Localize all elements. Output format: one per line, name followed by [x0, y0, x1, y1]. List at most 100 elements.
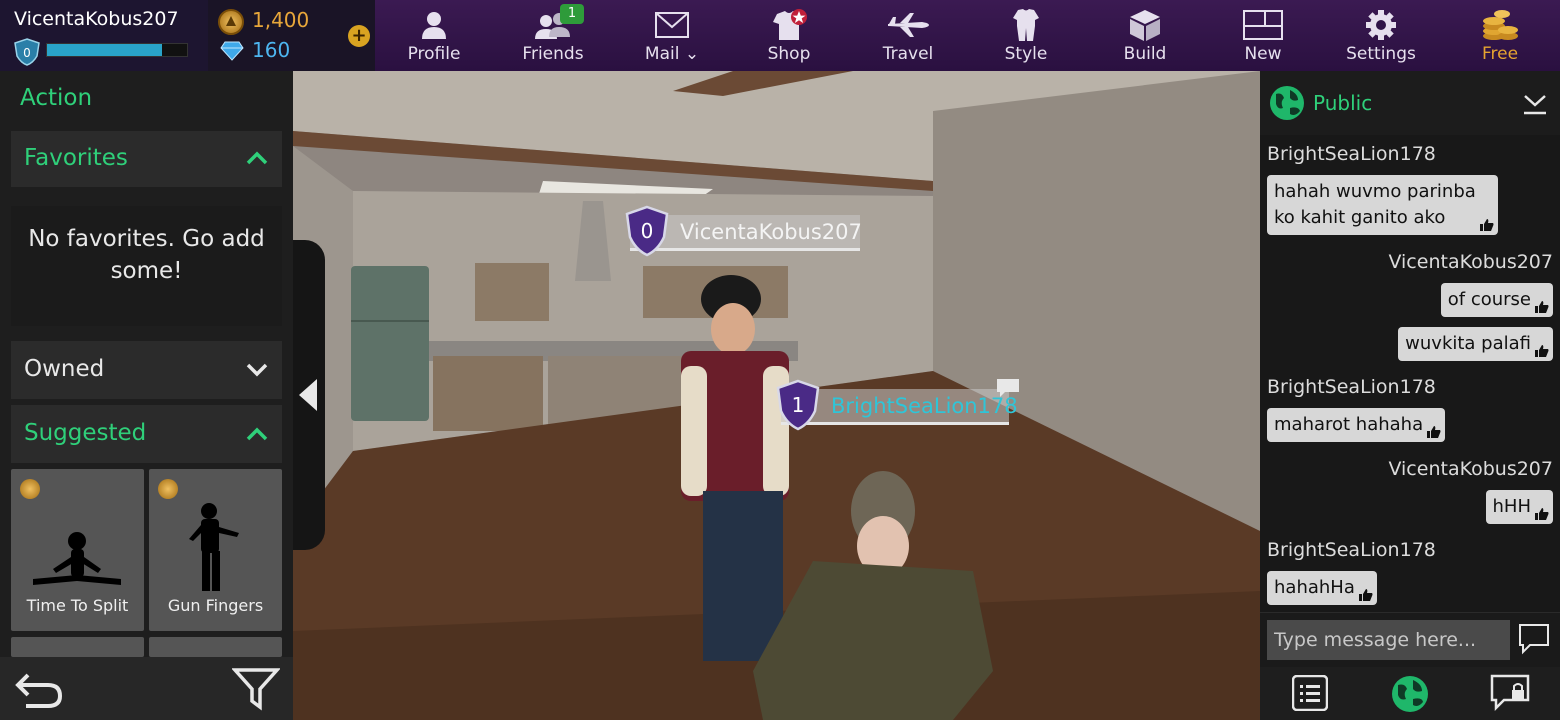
- nav-shop-label: Shop: [767, 44, 811, 64]
- collapse-arrow-icon: [299, 379, 317, 411]
- add-currency-button[interactable]: +: [348, 25, 370, 47]
- coin-icon: [218, 9, 244, 35]
- chat-bubble[interactable]: hahahHa: [1267, 571, 1377, 605]
- nav-shop[interactable]: Shop: [734, 0, 844, 71]
- favorites-title: Favorites: [24, 145, 128, 171]
- nav-style[interactable]: Style: [971, 0, 1081, 71]
- nav-new-label: New: [1244, 44, 1282, 64]
- level-shield-icon: 1: [776, 379, 820, 431]
- thumbs-up-icon: [1479, 219, 1494, 231]
- chevron-up-icon: [246, 151, 268, 165]
- chat-text-line: hahahHa: [1274, 577, 1355, 598]
- level-shield-icon: 0: [14, 38, 40, 66]
- nav-settings[interactable]: Settings: [1326, 0, 1436, 71]
- thumbs-up-icon: [1535, 508, 1549, 520]
- chat-bubble[interactable]: maharot hahaha: [1267, 408, 1446, 442]
- coin-balance: 1,400: [252, 8, 310, 32]
- chat-panel: Public BrightSeaLion178 hahah wuvmo pari…: [1260, 71, 1560, 720]
- chat-author[interactable]: VicentaKobus207: [1388, 251, 1553, 273]
- minimize-chat-icon[interactable]: [1522, 93, 1548, 115]
- airplane-icon: [888, 13, 929, 37]
- suggested-title: Suggested: [24, 420, 147, 446]
- thumbs-up-icon: [1535, 301, 1549, 313]
- chat-message-input[interactable]: [1267, 620, 1510, 660]
- game-scene[interactable]: 0 VicentaKobus207 1 BrightSeaLion178: [293, 71, 1260, 720]
- person-icon: [422, 12, 446, 39]
- nav-new[interactable]: New: [1208, 0, 1318, 71]
- panel-collapse-handle[interactable]: [293, 240, 325, 550]
- avatar-nametag[interactable]: 1 BrightSeaLion178: [776, 379, 1019, 431]
- avatar-name: BrightSeaLion178: [831, 394, 1018, 418]
- gem-icon: [220, 41, 244, 61]
- avatar-nametag[interactable]: 0 VicentaKobus207: [625, 205, 862, 257]
- owned-title: Owned: [24, 356, 105, 382]
- emote-label: Time To Split: [26, 596, 129, 615]
- globe-icon[interactable]: [1390, 674, 1430, 714]
- gem-balance: 160: [252, 38, 291, 62]
- globe-icon: [1270, 86, 1304, 120]
- send-message-icon[interactable]: [1518, 623, 1550, 655]
- nav-settings-label: Settings: [1346, 44, 1416, 64]
- panel-bottom-bar: [0, 657, 293, 720]
- mail-icon: [655, 12, 689, 38]
- nav-friends-label: Friends: [522, 44, 584, 64]
- chat-channel-label: Public: [1313, 91, 1373, 115]
- avatar-level: 0: [641, 219, 654, 243]
- chevron-down-icon: [246, 363, 268, 377]
- chat-author[interactable]: BrightSeaLion178: [1267, 143, 1436, 165]
- nav-mail-label: Mail ⌄: [644, 44, 700, 64]
- nav-free-label: Free: [1481, 44, 1519, 64]
- split-pose-icon: [33, 532, 121, 585]
- gear-icon: [1366, 10, 1396, 40]
- app-root: VicentaKobus207 0 1,400 160 + Profile 1 …: [0, 0, 1560, 720]
- xp-progress-bar: [46, 43, 188, 57]
- currency-block: 1,400 160 +: [208, 0, 375, 71]
- suggested-header[interactable]: Suggested: [11, 405, 282, 463]
- chat-list-icon[interactable]: [1292, 675, 1328, 711]
- emote-card[interactable]: Gun Fingers: [149, 469, 282, 631]
- chat-bubble[interactable]: of course: [1440, 283, 1553, 317]
- nav-build[interactable]: Build: [1090, 0, 1200, 71]
- chat-text-line: hHH: [1492, 496, 1531, 517]
- box-icon: [1130, 10, 1160, 41]
- emote-card[interactable]: [11, 637, 144, 657]
- action-panel: Action Favorites No favorites. Go add so…: [0, 71, 293, 720]
- chat-text-line: of course: [1447, 289, 1531, 310]
- outfit-icon: [1013, 9, 1039, 41]
- chat-bubble[interactable]: hahah wuvmo parinba ko kahit ganito ako: [1267, 175, 1498, 235]
- favorites-empty-text: No favorites. Go add some!: [11, 206, 282, 326]
- chat-author[interactable]: VicentaKobus207: [1388, 458, 1553, 480]
- chat-tabs: [1260, 667, 1560, 720]
- chat-author[interactable]: BrightSeaLion178: [1267, 376, 1436, 398]
- chat-author[interactable]: BrightSeaLion178: [1267, 539, 1436, 561]
- user-block[interactable]: VicentaKobus207 0: [0, 0, 208, 71]
- back-arrow-icon[interactable]: [14, 669, 64, 709]
- chat-header: Public: [1260, 71, 1560, 135]
- owned-header[interactable]: Owned: [11, 341, 282, 399]
- nav-build-label: Build: [1123, 44, 1167, 64]
- private-chat-icon[interactable]: [1490, 674, 1530, 712]
- nav-friends[interactable]: 1 Friends: [498, 0, 608, 71]
- emote-card[interactable]: [149, 637, 282, 657]
- nav-profile[interactable]: Profile: [379, 0, 489, 71]
- chat-input-row: [1260, 612, 1560, 667]
- nav-travel[interactable]: Travel: [853, 0, 963, 71]
- speech-bubble-icon: [997, 379, 1019, 397]
- thumbs-up-icon: [1427, 426, 1441, 438]
- chat-bubble[interactable]: wuvkita palafi: [1398, 327, 1553, 361]
- xp-progress-fill: [47, 44, 162, 56]
- chevron-up-icon: [246, 427, 268, 441]
- thumbs-up-icon: [1358, 589, 1373, 601]
- user-level: 0: [23, 46, 31, 60]
- nav-free[interactable]: Free: [1445, 0, 1555, 71]
- nav-style-label: Style: [1004, 44, 1048, 64]
- level-shield-icon: 0: [625, 205, 669, 257]
- favorites-header[interactable]: Favorites: [11, 131, 282, 187]
- chat-bubble[interactable]: hHH: [1485, 490, 1553, 524]
- filter-icon[interactable]: [232, 667, 280, 711]
- nav-mail[interactable]: Mail ⌄: [617, 0, 727, 71]
- chat-text-line: hahah wuvmo parinba: [1274, 181, 1476, 202]
- nav-travel-label: Travel: [882, 44, 934, 64]
- emote-card[interactable]: Time To Split: [11, 469, 144, 631]
- username: VicentaKobus207: [14, 8, 179, 30]
